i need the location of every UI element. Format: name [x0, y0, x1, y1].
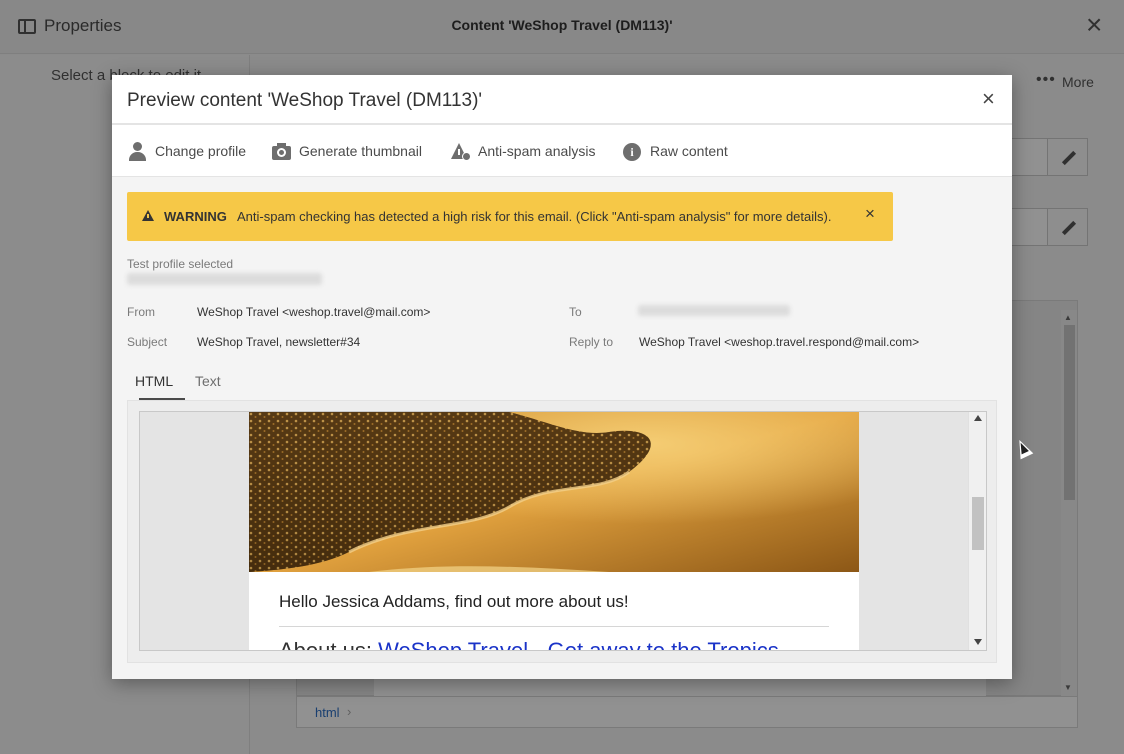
hero-image: [249, 412, 859, 572]
tab-text[interactable]: Text: [195, 373, 221, 389]
change-profile-label: Change profile: [155, 143, 247, 159]
anti-spam-label: Anti-spam analysis: [478, 143, 596, 159]
warning-icon: [142, 210, 154, 221]
email-body: Hello Jessica Addams, find out more abou…: [249, 412, 859, 651]
test-profile-value-blurred: [127, 273, 322, 285]
spam-warning-banner: WARNING Anti-spam checking has detected …: [127, 192, 893, 241]
raw-content-label: Raw content: [650, 143, 728, 159]
warning-message: Anti-spam checking has detected a high r…: [237, 209, 832, 224]
preview-scrollbar[interactable]: [968, 412, 986, 650]
preview-toolbar: Change profile Generate thumbnail Anti-s…: [112, 126, 1012, 177]
info-icon: i: [623, 142, 643, 162]
from-label: From: [127, 305, 155, 319]
generate-thumbnail-label: Generate thumbnail: [299, 143, 422, 159]
preview-tabs: HTML Text: [127, 367, 997, 400]
preview-dialog: Preview content 'WeShop Travel (DM113)' …: [112, 75, 1012, 679]
scroll-down-arrow-icon[interactable]: [974, 639, 982, 645]
dialog-title: Preview content 'WeShop Travel (DM113)': [127, 90, 483, 111]
subject-label: Subject: [127, 335, 168, 349]
test-profile-label: Test profile selected: [127, 257, 234, 271]
spam-check-icon: [451, 142, 471, 162]
reply-to-label: Reply to: [569, 335, 614, 349]
warning-close-icon[interactable]: ×: [865, 205, 875, 222]
preview-scrollbar-thumb[interactable]: [972, 497, 984, 550]
scroll-up-arrow-icon[interactable]: [974, 415, 982, 421]
email-greeting: Hello Jessica Addams, find out more abou…: [279, 592, 629, 611]
user-icon: [128, 142, 148, 162]
email-preview-frame: Hello Jessica Addams, find out more abou…: [127, 400, 997, 663]
subject-value: WeShop Travel, newsletter#34: [197, 335, 361, 349]
reply-to-value: WeShop Travel <weshop.travel.respond@mai…: [639, 335, 920, 349]
from-value: WeShop Travel <weshop.travel@mail.com>: [197, 305, 431, 319]
warning-label: WARNING: [164, 209, 227, 224]
tab-html[interactable]: HTML: [135, 373, 173, 389]
email-divider: [279, 626, 829, 627]
camera-icon: [272, 142, 292, 162]
email-preview-viewport[interactable]: Hello Jessica Addams, find out more abou…: [139, 411, 987, 651]
dialog-body: WARNING Anti-spam checking has detected …: [112, 177, 1012, 679]
about-prefix: About us:: [279, 638, 379, 651]
dialog-header: Preview content 'WeShop Travel (DM113)' …: [112, 75, 1012, 125]
dialog-close-icon[interactable]: ×: [982, 88, 995, 110]
to-value-blurred: [638, 305, 790, 316]
about-link[interactable]: WeShop Travel - Get away to the Tropics: [378, 638, 779, 650]
email-about-line: About us: WeShop Travel - Get away to th…: [279, 638, 779, 651]
to-label: To: [569, 305, 582, 319]
